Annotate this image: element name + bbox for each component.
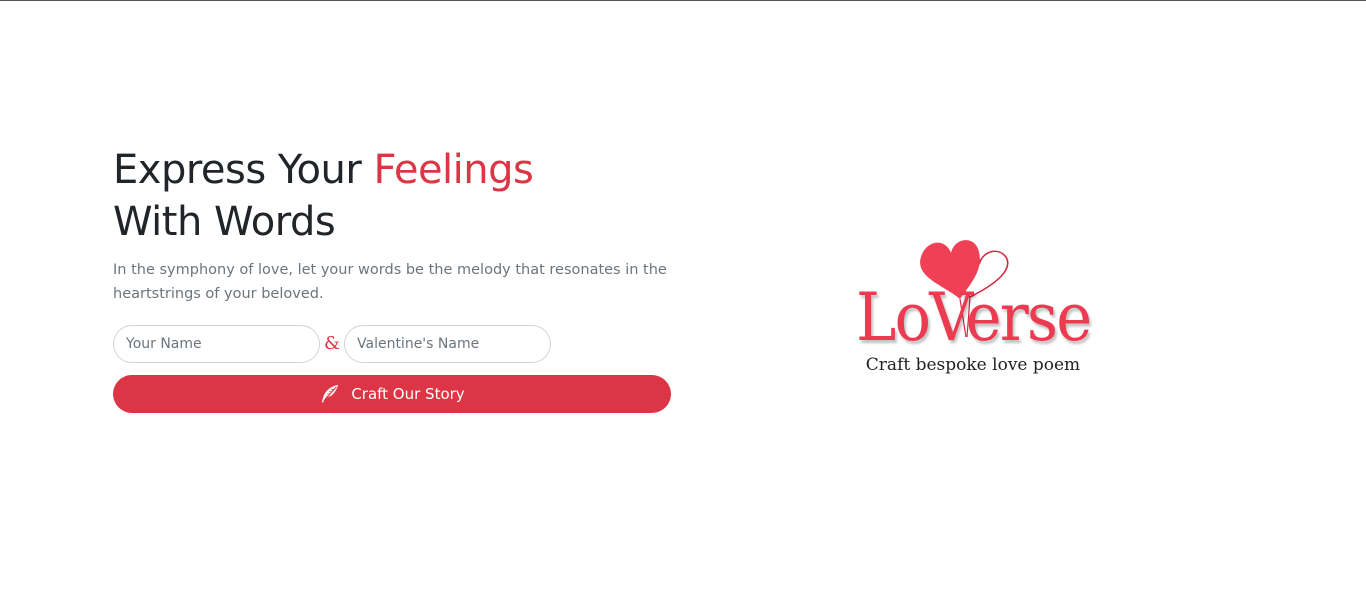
craft-our-story-button[interactable]: Craft Our Story [113,375,671,413]
logo-wordmark: LoVerse [856,279,1092,356]
headline-accent: Feelings [373,147,534,193]
loverse-logo: LoVerse Craft bespoke love poem [840,227,1110,387]
your-name-input[interactable] [113,325,320,363]
craft-button-label: Craft Our Story [351,385,465,403]
headline-part2: With Words [113,199,336,245]
logo-tagline: Craft bespoke love poem [865,355,1081,375]
hero-subtext: In the symphony of love, let your words … [113,262,667,302]
page: Express Your Feelings With Words In the s… [0,0,1366,597]
headline: Express Your Feelings With Words [113,144,673,248]
hero-section: Express Your Feelings With Words In the s… [113,144,673,413]
valentine-name-input[interactable] [344,325,551,363]
names-form: & [113,325,551,363]
headline-part1: Express Your [113,147,374,193]
ampersand: & [323,333,341,354]
feather-icon [319,383,341,405]
